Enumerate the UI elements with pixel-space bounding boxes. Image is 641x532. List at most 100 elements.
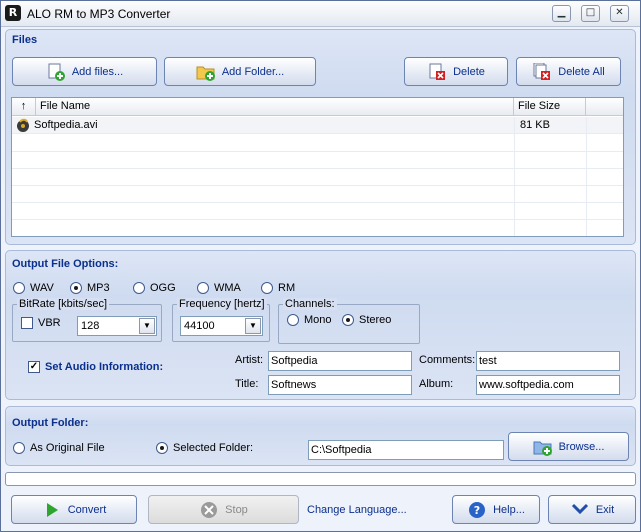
frequency-value: 44100	[184, 320, 215, 332]
empty-row	[12, 169, 623, 186]
artist-field[interactable]: Softpedia	[268, 351, 412, 371]
add-files-label: Add files...	[71, 65, 124, 78]
exit-chevron-icon	[570, 501, 590, 519]
radio-mono[interactable]	[287, 314, 299, 326]
column-header-filler	[586, 98, 623, 116]
stop-button[interactable]: Stop	[148, 495, 299, 524]
title-label: Title:	[235, 378, 259, 390]
frequency-group: Frequency [hertz] 44100 ▼	[172, 298, 270, 342]
vbr-label: VBR	[38, 317, 61, 329]
channels-group-title: Channels:	[283, 298, 337, 310]
stop-icon	[199, 501, 219, 519]
output-folder-title: Output Folder:	[12, 417, 89, 429]
radio-selected-folder[interactable]	[156, 442, 168, 454]
column-header-file-name[interactable]: File Name	[36, 98, 514, 116]
title-bar[interactable]: R ALO RM to MP3 Converter ▁ □ ✕	[1, 1, 640, 27]
output-options-title: Output File Options:	[12, 258, 119, 270]
channel-label-mono: Mono	[304, 314, 332, 326]
chevron-down-icon[interactable]: ▼	[139, 318, 155, 334]
change-language-link[interactable]: Change Language...	[307, 504, 407, 516]
format-label-wma: WMA	[214, 282, 241, 294]
radio-stereo[interactable]	[342, 314, 354, 326]
format-option-wma[interactable]: WMA	[197, 282, 241, 294]
format-option-wav[interactable]: WAV	[13, 282, 54, 294]
radio-wav[interactable]	[13, 282, 25, 294]
exit-button[interactable]: Exit	[548, 495, 636, 524]
sort-arrow-icon[interactable]: ↑	[12, 98, 36, 116]
exit-label: Exit	[595, 503, 615, 516]
file-list[interactable]: ↑ File Name File Size Softpedia.avi 81 K…	[11, 97, 624, 237]
output-folder-panel: Output Folder: As Original File Selected…	[5, 406, 636, 466]
radio-wma[interactable]	[197, 282, 209, 294]
channel-option-stereo[interactable]: Stereo	[342, 314, 391, 326]
bitrate-select[interactable]: 128 ▼	[77, 316, 157, 336]
app-icon: R	[5, 5, 21, 21]
radio-as-original[interactable]	[13, 442, 25, 454]
convert-button[interactable]: Convert	[11, 495, 137, 524]
format-label-rm: RM	[278, 282, 296, 294]
channel-option-mono[interactable]: Mono	[287, 314, 332, 326]
vbr-checkbox[interactable]	[21, 317, 33, 329]
empty-row	[12, 152, 623, 169]
frequency-group-title: Frequency [hertz]	[177, 298, 267, 310]
radio-ogg[interactable]	[133, 282, 145, 294]
add-folder-label: Add Folder...	[221, 65, 285, 78]
comments-field[interactable]: test	[476, 351, 620, 371]
radio-mp3[interactable]	[70, 282, 82, 294]
set-audio-checkbox[interactable]: ✓	[28, 361, 40, 373]
add-file-icon	[46, 63, 66, 81]
delete-all-icon	[532, 62, 552, 81]
frequency-select[interactable]: 44100 ▼	[180, 316, 263, 336]
folder-path-field[interactable]: C:\Softpedia	[308, 440, 504, 460]
conversion-progress-bar	[5, 472, 636, 486]
folder-browse-icon	[533, 438, 553, 456]
delete-all-label: Delete All	[558, 65, 605, 78]
artist-label: Artist:	[235, 354, 264, 366]
format-option-mp3[interactable]: MP3	[70, 282, 110, 294]
files-section-title: Files	[12, 34, 38, 46]
empty-row	[12, 186, 623, 203]
help-button[interactable]: ? Help...	[452, 495, 540, 524]
window-title: ALO RM to MP3 Converter	[27, 7, 171, 21]
bitrate-group: BitRate [kbits/sec] VBR 128 ▼	[12, 298, 162, 342]
format-option-ogg[interactable]: OGG	[133, 282, 176, 294]
browse-button[interactable]: Browse...	[508, 432, 629, 461]
file-name-cell: Softpedia.avi	[34, 119, 98, 131]
stop-label: Stop	[225, 503, 248, 516]
chevron-down-icon[interactable]: ▼	[245, 318, 261, 334]
empty-row	[12, 203, 623, 220]
as-original-option[interactable]: As Original File	[13, 442, 105, 454]
vbr-option[interactable]: VBR	[21, 317, 61, 329]
file-size-cell: 81 KB	[520, 119, 550, 131]
close-button[interactable]: ✕	[610, 5, 629, 22]
bitrate-group-title: BitRate [kbits/sec]	[17, 298, 110, 310]
set-audio-option[interactable]: ✓ Set Audio Information:	[28, 361, 163, 373]
convert-label: Convert	[67, 503, 107, 516]
comments-label: Comments:	[419, 354, 476, 366]
format-label-wav: WAV	[30, 282, 54, 294]
selected-folder-option[interactable]: Selected Folder:	[156, 442, 253, 454]
bitrate-value: 128	[81, 320, 100, 332]
album-field[interactable]: www.softpedia.com	[476, 375, 620, 395]
radio-rm[interactable]	[261, 282, 273, 294]
selected-folder-label: Selected Folder:	[173, 442, 254, 454]
delete-all-button[interactable]: Delete All	[516, 57, 621, 86]
column-divider	[586, 117, 587, 236]
column-divider	[514, 117, 515, 236]
browse-label: Browse...	[558, 440, 605, 453]
delete-label: Delete	[453, 65, 485, 78]
add-folder-icon	[196, 63, 216, 81]
format-option-rm[interactable]: RM	[261, 282, 295, 294]
add-files-button[interactable]: Add files...	[12, 57, 157, 86]
delete-button[interactable]: Delete	[404, 57, 508, 86]
album-label: Album:	[419, 378, 454, 390]
maximize-button[interactable]: □	[581, 5, 600, 22]
table-row[interactable]: Softpedia.avi 81 KB	[12, 117, 623, 134]
minimize-button[interactable]: ▁	[552, 5, 571, 22]
title-field[interactable]: Softnews	[268, 375, 412, 395]
format-label-mp3: MP3	[87, 282, 110, 294]
column-header-file-size[interactable]: File Size	[514, 98, 586, 116]
svg-text:?: ?	[474, 504, 480, 517]
add-folder-button[interactable]: Add Folder...	[164, 57, 316, 86]
as-original-label: As Original File	[30, 442, 105, 454]
